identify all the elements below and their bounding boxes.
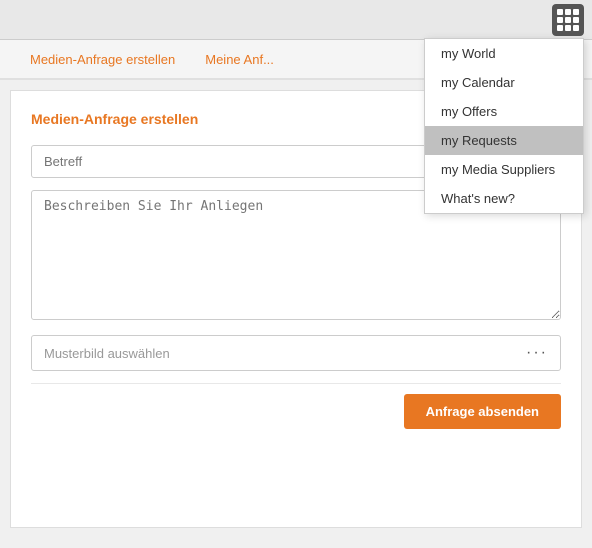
tab-my-requests[interactable]: Meine Anf... <box>190 42 289 77</box>
dropdown-item-whats-new[interactable]: What's new? <box>425 184 583 213</box>
top-bar: my World my Calendar my Offers my Reques… <box>0 0 592 40</box>
bottom-bar: Anfrage absenden <box>31 383 561 429</box>
dropdown-menu: my World my Calendar my Offers my Reques… <box>424 38 584 214</box>
dropdown-item-offers[interactable]: my Offers <box>425 97 583 126</box>
dropdown-item-suppliers[interactable]: my Media Suppliers <box>425 155 583 184</box>
file-dots-button[interactable]: ··· <box>526 344 548 362</box>
grid-menu-icon[interactable] <box>552 4 584 36</box>
file-select-label: Musterbild auswählen <box>44 346 526 361</box>
dropdown-item-calendar[interactable]: my Calendar <box>425 68 583 97</box>
submit-button[interactable]: Anfrage absenden <box>404 394 561 429</box>
file-select-row[interactable]: Musterbild auswählen ··· <box>31 335 561 371</box>
dropdown-item-requests[interactable]: my Requests <box>425 126 583 155</box>
tab-create-request[interactable]: Medien-Anfrage erstellen <box>15 42 190 77</box>
file-group: Musterbild auswählen ··· <box>31 335 561 371</box>
grid-dots <box>557 9 579 31</box>
dropdown-item-world[interactable]: my World <box>425 39 583 68</box>
